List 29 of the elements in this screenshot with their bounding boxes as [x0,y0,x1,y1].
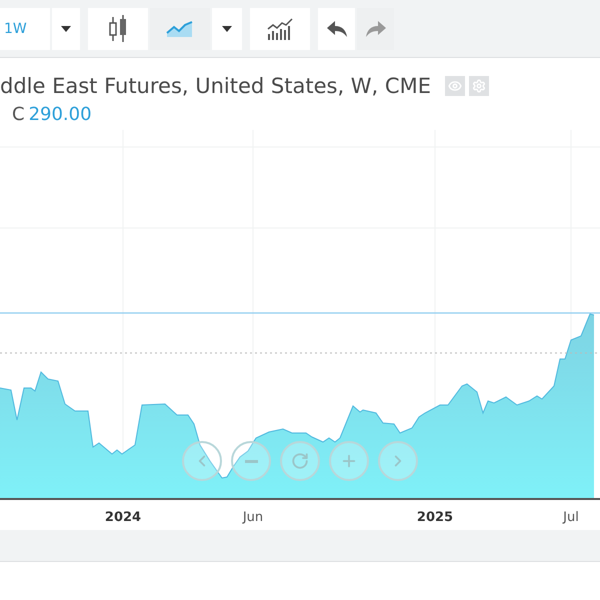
undo-button[interactable] [318,8,355,50]
undo-arrow-icon [326,20,348,38]
chart-type-dropdown-button[interactable] [212,8,242,50]
zoom-out-button[interactable] [231,441,271,481]
bar-chart-trend-icon [267,18,293,40]
x-axis-label: Jun [242,509,264,527]
x-axis-label: Jul [563,509,579,527]
zoom-in-button[interactable] [329,441,369,481]
candlestick-icon [107,14,129,44]
area-chart-icon [166,20,194,38]
close-label: C [12,103,25,127]
interval-button[interactable]: 1W [0,8,50,50]
close-value: 290.00 [28,103,92,127]
x-axis-label: 2024 [104,509,142,527]
x-axis-label: 2025 [416,509,454,527]
plus-icon [340,452,358,470]
indicators-button[interactable] [250,8,310,50]
chart-type-button[interactable] [88,8,148,50]
chart-title: ddle East Futures, United States, W, CME [0,73,431,100]
caret-icon [222,26,232,32]
interval-dropdown-button[interactable] [52,8,80,50]
reset-button[interactable] [280,441,320,481]
redo-arrow-icon [364,20,386,38]
minus-icon [244,460,258,462]
rotate-icon [291,452,309,470]
eye-icon[interactable] [444,76,465,96]
caret-icon [61,26,71,32]
settings-icon[interactable] [468,76,489,96]
scroll-left-button[interactable] [182,441,222,481]
